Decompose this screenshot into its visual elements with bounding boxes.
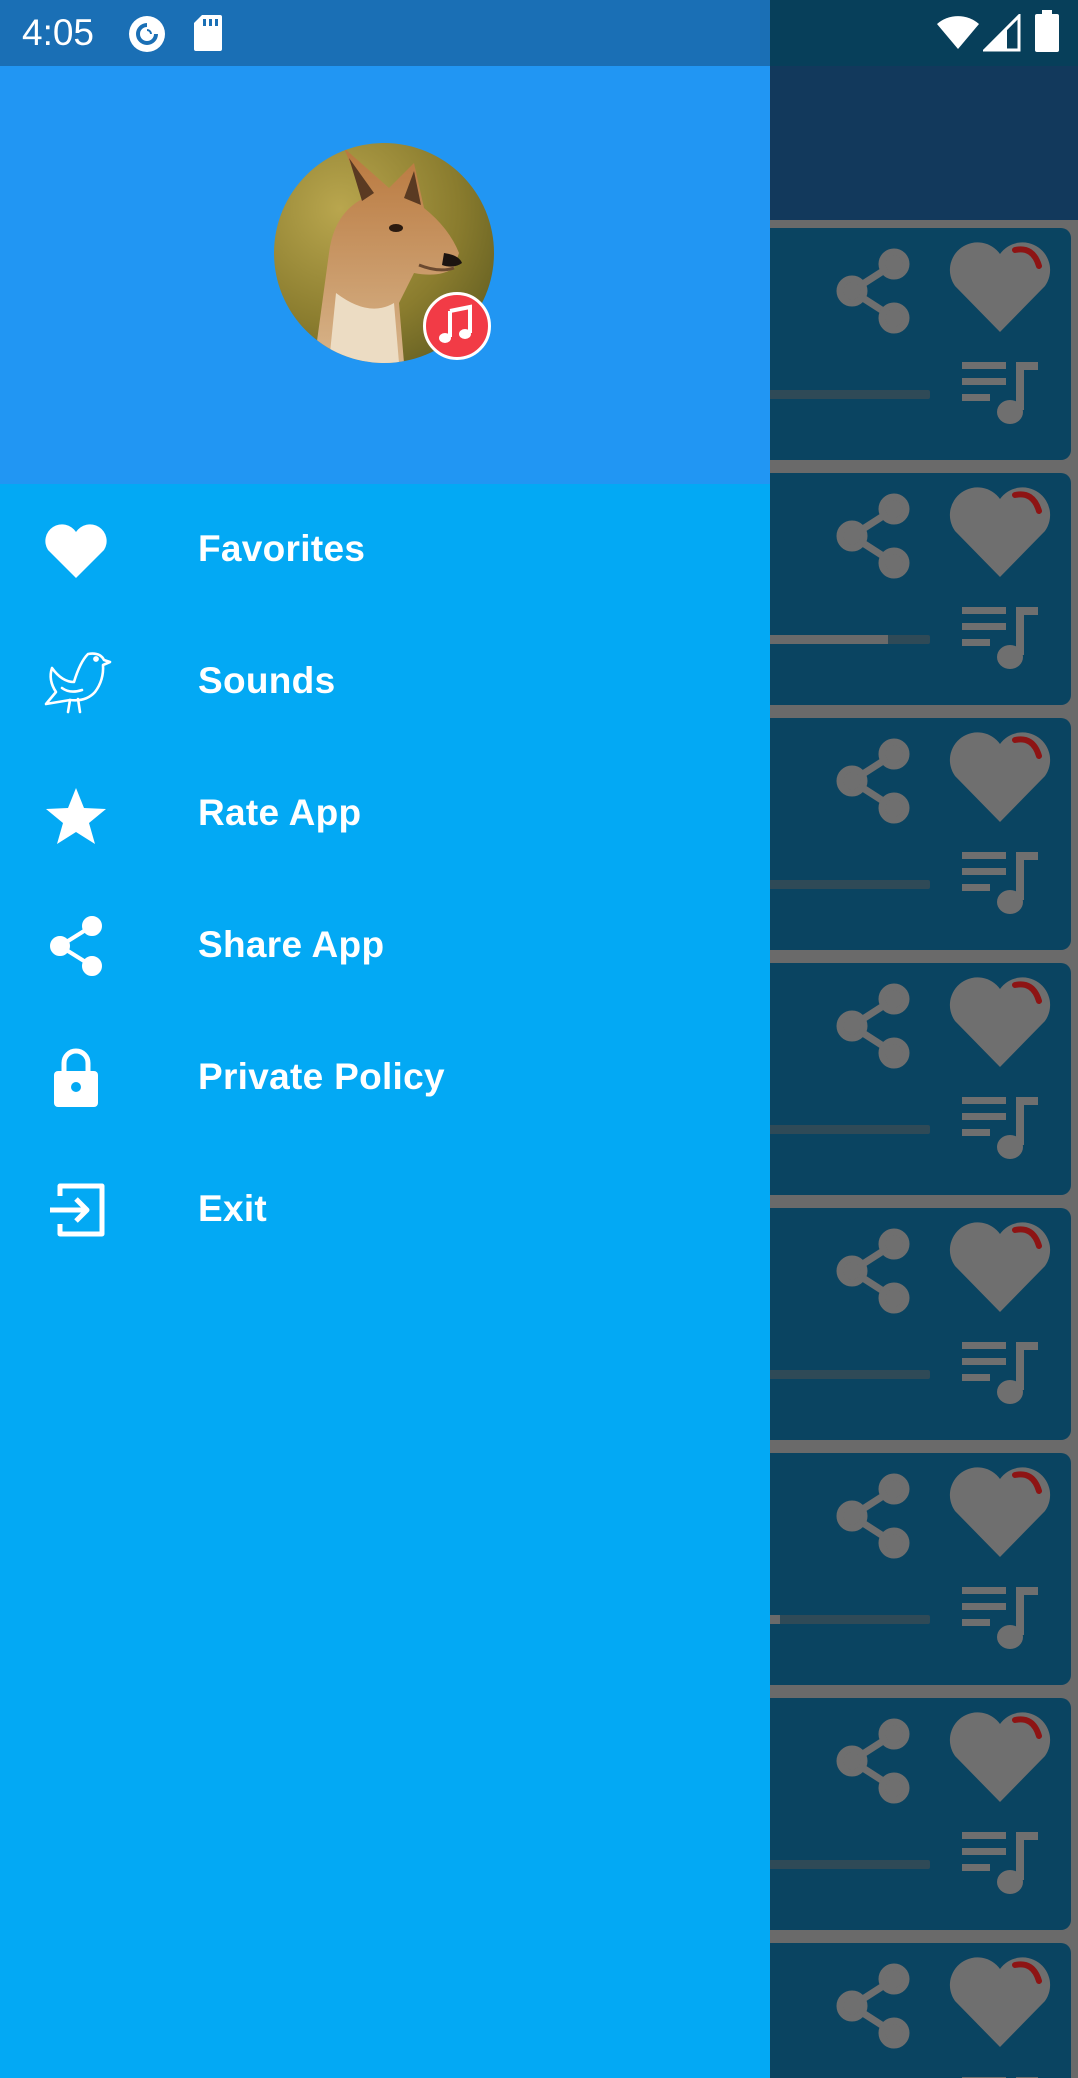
progress-track	[760, 1125, 930, 1134]
playlist-add-icon[interactable]	[960, 358, 1042, 428]
menu-item-sounds[interactable]: Sounds	[0, 616, 770, 748]
heart-icon[interactable]	[945, 1216, 1055, 1316]
pocket-casts-icon	[129, 16, 165, 52]
progress-track	[760, 1860, 930, 1869]
heart-icon[interactable]	[945, 971, 1055, 1071]
heart-icon[interactable]	[945, 1461, 1055, 1561]
playlist-add-icon[interactable]	[960, 1338, 1042, 1408]
menu-item-label: Share App	[198, 924, 385, 965]
share-icon	[50, 916, 102, 976]
progress-track	[760, 1370, 930, 1379]
playlist-add-icon[interactable]	[960, 1093, 1042, 1163]
share-icon[interactable]	[830, 246, 916, 336]
progress-track	[760, 880, 930, 889]
menu-item-share-app[interactable]: Share App	[0, 880, 770, 1012]
playlist-add-icon[interactable]	[960, 1583, 1042, 1653]
playlist-add-icon[interactable]	[960, 603, 1042, 673]
heart-icon[interactable]	[945, 236, 1055, 336]
status-bar: 4:05	[0, 0, 770, 66]
drawer-header	[0, 66, 770, 484]
cell-signal-icon	[983, 14, 1021, 52]
progress-track	[760, 1615, 930, 1624]
star-icon	[46, 788, 106, 844]
music-note-icon	[439, 304, 472, 343]
wifi-icon	[937, 16, 979, 49]
menu-item-label: Rate App	[198, 792, 362, 833]
status-time: 4:05	[22, 12, 95, 53]
share-icon[interactable]	[830, 1471, 916, 1561]
sd-card-icon	[194, 15, 222, 51]
lock-icon	[54, 1048, 98, 1107]
share-icon[interactable]	[830, 1716, 916, 1806]
battery-icon	[1035, 10, 1059, 52]
heart-icon[interactable]	[945, 1951, 1055, 2051]
music-badge	[423, 292, 491, 360]
progress-fill	[760, 635, 888, 644]
playlist-add-icon[interactable]	[960, 2073, 1042, 2078]
heart-icon[interactable]	[945, 726, 1055, 826]
progress-track	[760, 390, 930, 399]
menu-item-label: Exit	[198, 1188, 268, 1229]
heart-icon	[45, 524, 107, 578]
playlist-add-icon[interactable]	[960, 1828, 1042, 1898]
share-icon[interactable]	[830, 1226, 916, 1316]
heart-icon[interactable]	[945, 481, 1055, 581]
menu-item-label: Sounds	[198, 660, 336, 701]
share-icon[interactable]	[830, 981, 916, 1071]
heart-icon[interactable]	[945, 1706, 1055, 1806]
menu-item-favorites[interactable]: Favorites	[0, 484, 770, 616]
progress-track	[760, 635, 930, 644]
share-icon[interactable]	[830, 1961, 916, 2051]
menu-item-label: Favorites	[198, 528, 366, 569]
bird-icon	[44, 652, 112, 714]
share-icon[interactable]	[830, 491, 916, 581]
exit-icon	[50, 1183, 105, 1237]
share-icon[interactable]	[830, 736, 916, 826]
menu-item-rate-app[interactable]: Rate App	[0, 748, 770, 880]
menu-item-label: Private Policy	[198, 1056, 445, 1097]
menu-item-private-policy[interactable]: Private Policy	[0, 1012, 770, 1144]
menu-item-exit[interactable]: Exit	[0, 1144, 770, 1276]
navigation-drawer: Favorites Sounds Rate App Share App Priv…	[0, 66, 770, 2078]
status-bar-right	[770, 0, 1078, 66]
playlist-add-icon[interactable]	[960, 848, 1042, 918]
